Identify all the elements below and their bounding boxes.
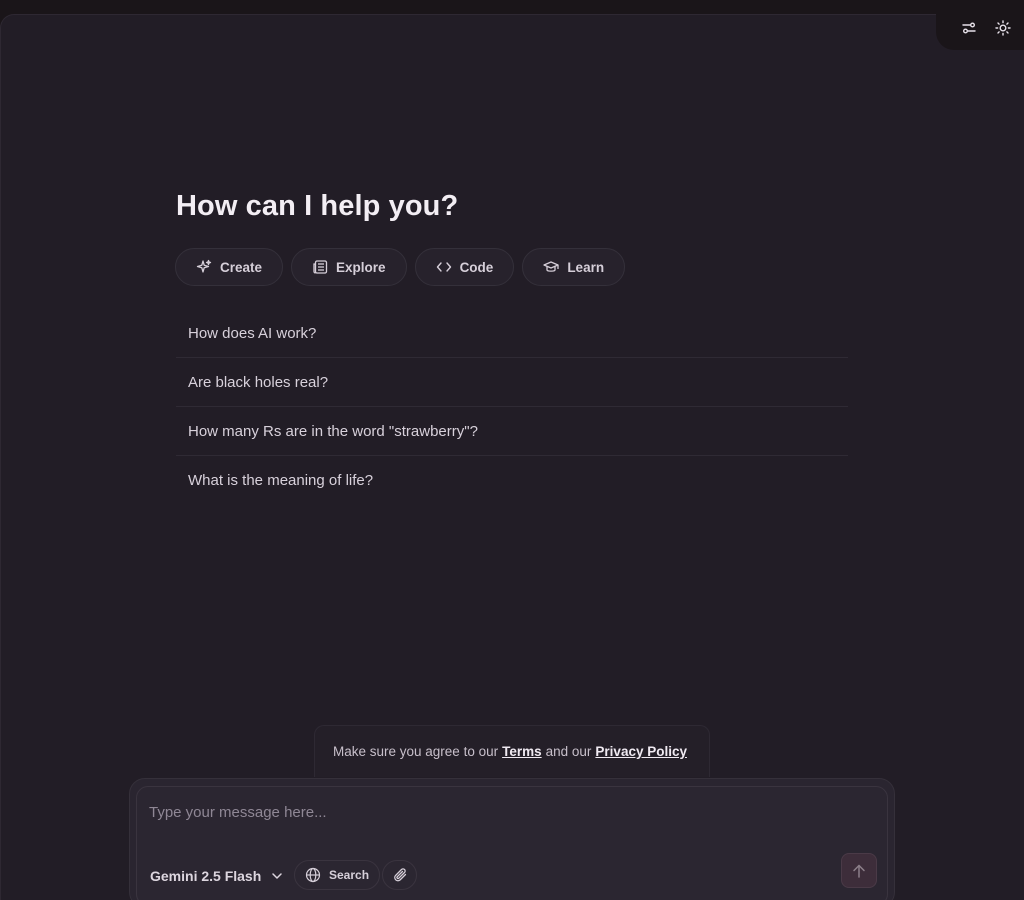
suggestion-list: How does AI work? Are black holes real? … (176, 309, 848, 505)
terms-link[interactable]: Terms (502, 744, 542, 759)
code-button[interactable]: Code (414, 248, 515, 286)
notice-prefix: Make sure you agree to our (333, 744, 499, 759)
suggestion-item[interactable]: Are black holes real? (176, 358, 848, 407)
create-label: Create (220, 259, 263, 275)
message-input[interactable] (149, 800, 849, 824)
chevron-down-icon (272, 873, 283, 879)
search-label: Search (329, 868, 370, 882)
explore-label: Explore (336, 259, 386, 275)
learn-label: Learn (567, 259, 605, 275)
sparkles-icon (196, 259, 212, 273)
privacy-policy-link[interactable]: Privacy Policy (595, 744, 687, 759)
window-top-strip (0, 0, 1024, 14)
model-selector[interactable]: Gemini 2.5 Flash (150, 866, 283, 886)
learn-button[interactable]: Learn (522, 248, 626, 286)
sun-icon (995, 20, 1011, 36)
suggestion-item[interactable]: How many Rs are in the word "strawberry"… (176, 407, 848, 456)
code-icon (436, 262, 451, 272)
model-label: Gemini 2.5 Flash (150, 868, 262, 884)
code-label: Code (459, 259, 494, 275)
explore-button[interactable]: Explore (291, 248, 407, 286)
sliders-icon (962, 22, 976, 34)
category-tabs: Create Explore Code Learn (175, 248, 626, 286)
terms-notice: Make sure you agree to our Terms and our… (314, 725, 710, 777)
notice-middle: and our (545, 744, 592, 759)
attach-button[interactable] (382, 860, 417, 890)
suggestion-item[interactable]: What is the meaning of life? (176, 456, 848, 505)
create-button[interactable]: Create (175, 248, 284, 286)
paperclip-icon (393, 868, 406, 882)
suggestion-item[interactable]: How does AI work? (176, 309, 848, 358)
top-right-toolbar (936, 0, 1024, 50)
theme-toggle-button[interactable] (992, 17, 1014, 39)
send-button[interactable] (841, 853, 877, 888)
newspaper-icon (313, 260, 328, 274)
settings-button[interactable] (958, 17, 980, 39)
arrow-up-icon (853, 864, 865, 878)
page-title: How can I help you? (176, 190, 459, 222)
search-toggle-button[interactable]: Search (294, 860, 381, 890)
globe-icon (305, 867, 321, 883)
graduation-cap-icon (543, 261, 559, 272)
